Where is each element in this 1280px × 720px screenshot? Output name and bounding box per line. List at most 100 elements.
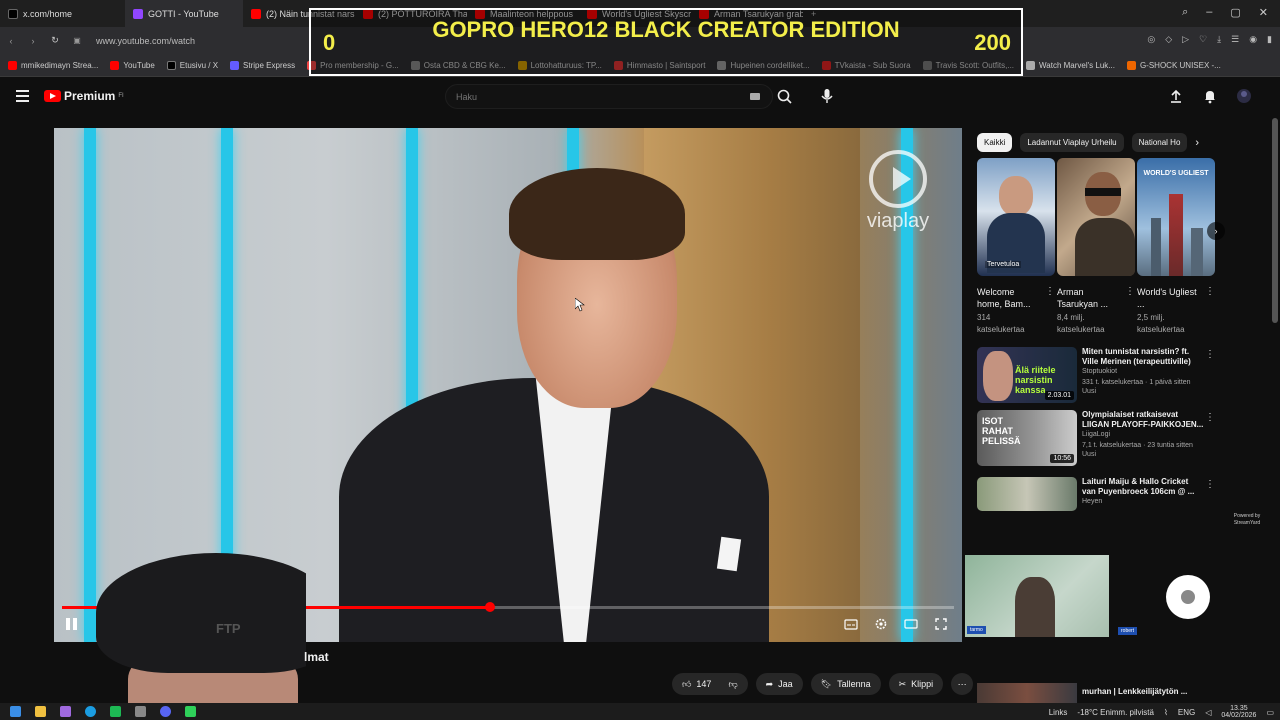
microphone-icon[interactable] xyxy=(818,87,836,105)
bookmark-item[interactable]: mmikedimayn Strea... xyxy=(8,60,98,70)
search-input[interactable] xyxy=(446,85,736,108)
tab-x-home[interactable]: x.com/home xyxy=(0,0,125,27)
clip-button[interactable]: ✂ Klippi xyxy=(888,673,944,695)
youtube-header: Premium FI xyxy=(0,77,1280,117)
back-icon[interactable]: ‹ xyxy=(0,36,22,46)
fullscreen-icon[interactable] xyxy=(934,617,948,631)
extension-icon[interactable]: ◎ xyxy=(1147,34,1155,45)
weather-widget[interactable]: -18°C Enimm. pilvistä xyxy=(1077,708,1154,717)
chip-national[interactable]: National Ho xyxy=(1131,133,1188,152)
meta-text: 7,1 t. katselukertaa · 23 tuntia sitten xyxy=(1082,442,1193,449)
chip-viaplay[interactable]: Ladannut Viaplay Urheilu xyxy=(1020,133,1124,152)
shorts-next-chevron-icon[interactable]: › xyxy=(1207,222,1225,240)
streamyard-badge: Powered by StreamYard xyxy=(1233,513,1261,526)
more-vertical-icon[interactable]: ⋮ xyxy=(1125,286,1135,297)
upload-icon[interactable] xyxy=(1168,88,1184,104)
channel-name: LiigaLogi xyxy=(1082,431,1111,438)
clock[interactable]: 13.35 04/02/2026 xyxy=(1221,705,1256,719)
subtitles-icon[interactable] xyxy=(844,617,858,631)
settings-gear-icon[interactable] xyxy=(874,617,888,631)
close-icon[interactable]: ✕ xyxy=(1259,6,1268,19)
url-field[interactable]: www.youtube.com/watch xyxy=(96,36,195,46)
minimize-icon[interactable]: – xyxy=(1206,6,1212,19)
guest-avatar[interactable] xyxy=(1166,575,1210,619)
more-vertical-icon[interactable]: ⋮ xyxy=(1205,479,1215,490)
streamer-webcam: FTP xyxy=(30,553,306,720)
short-item[interactable]: Arman Tsarukyan ... 8,4 milj. katselukert… xyxy=(1057,158,1135,336)
network-icon[interactable]: ⌇ xyxy=(1164,708,1168,717)
account-avatar[interactable] xyxy=(1236,88,1252,104)
app-icon[interactable] xyxy=(185,706,196,717)
short-views-suffix: katselukertaa xyxy=(1137,325,1185,334)
filter-chips: Kaikki Ladannut Viaplay Urheilu National… xyxy=(977,133,1207,152)
like-button[interactable]: 👍︎ 147 👎︎ xyxy=(672,673,748,695)
tab-title: GOTTI - YouTube xyxy=(148,8,219,19)
recommendation-thumbnail xyxy=(977,477,1077,511)
page-scrollbar[interactable] xyxy=(1272,118,1278,323)
hamburger-menu-icon[interactable] xyxy=(16,90,29,102)
app-icon[interactable] xyxy=(135,706,146,717)
new-badge: Uusi xyxy=(1082,388,1097,395)
video-duration: 10:56 xyxy=(1050,454,1074,463)
more-vertical-icon[interactable]: ⋮ xyxy=(1045,286,1055,297)
app-icon[interactable] xyxy=(60,706,71,717)
language-indicator[interactable]: ENG xyxy=(1178,708,1195,717)
short-item[interactable]: WORLD'S UGLIEST World's Ugliest ... 2,5 … xyxy=(1137,158,1215,336)
more-actions-button[interactable]: ⋯ xyxy=(951,673,974,695)
thumbs-down-icon[interactable]: 👎︎ xyxy=(728,679,737,690)
forward-icon[interactable]: › xyxy=(22,36,44,46)
download-icon[interactable]: ⤓ xyxy=(1217,34,1221,45)
keyboard-icon[interactable] xyxy=(750,93,760,100)
play-icon[interactable]: ▷ xyxy=(1182,34,1189,45)
edge-icon[interactable] xyxy=(85,706,96,717)
search-tabs-icon[interactable]: ⌕ xyxy=(1182,6,1188,19)
bookmark-item[interactable]: Etusivu / X xyxy=(166,60,218,70)
chip-all[interactable]: Kaikki xyxy=(977,133,1013,152)
recommendation-item[interactable]: Laituri Maiju & Hallo Cricket van Puyenb… xyxy=(977,477,1217,511)
extension-icon[interactable]: ◇ xyxy=(1165,34,1172,45)
youtube-play-icon xyxy=(44,90,61,102)
more-vertical-icon[interactable]: ⋮ xyxy=(1205,412,1215,423)
discord-icon[interactable] xyxy=(160,706,171,717)
short-views-count: 8,4 milj. xyxy=(1057,313,1085,322)
bookmark-item[interactable]: Watch Marvel's Luk... xyxy=(1026,60,1115,70)
goal-title: GOPRO HERO12 BLACK CREATOR EDITION xyxy=(432,17,900,42)
chevron-right-icon[interactable]: › xyxy=(1195,137,1207,149)
search-icon[interactable] xyxy=(776,88,794,106)
volume-icon[interactable]: ◁ xyxy=(1205,708,1211,717)
bookmark-item[interactable]: Stripe Express xyxy=(230,60,295,70)
recommendation-meta: 7,1 t. katselukertaa · 23 tuntia sitten U… xyxy=(1082,441,1204,459)
recommendation-item[interactable]: ISOT RAHAT PELISSÄ 10:56 Olympialaiset r… xyxy=(977,410,1217,466)
goal-target-value: 200 xyxy=(974,30,1011,55)
share-button[interactable]: ➦ Jaa xyxy=(755,673,803,695)
extension-toolbar: ◎ ◇ ▷ ♡ ⤓ ☰ ◉ ▮ xyxy=(1147,34,1272,45)
notifications-bell-icon[interactable] xyxy=(1202,88,1218,104)
sidebar-icon[interactable]: ▮ xyxy=(1267,34,1272,45)
profile-icon[interactable]: ◉ xyxy=(1249,34,1257,45)
bookmark-item[interactable]: YouTube xyxy=(110,60,155,70)
menu-list-icon[interactable]: ☰ xyxy=(1231,34,1239,45)
heart-icon[interactable]: ♡ xyxy=(1199,34,1207,45)
theater-mode-icon[interactable] xyxy=(904,617,918,631)
notification-icon[interactable]: ▭ xyxy=(1266,708,1274,717)
youtube-premium-logo[interactable]: Premium FI xyxy=(44,89,124,103)
short-item[interactable]: Tervetuloa Welcome home, Bam... 314 katse… xyxy=(977,158,1055,336)
save-button[interactable]: 🔖︎ Tallenna xyxy=(810,673,881,695)
maximize-icon[interactable]: ▢ xyxy=(1230,6,1240,19)
system-tray: Links -18°C Enimm. pilvistä ⌇ ENG ◁ 13.3… xyxy=(1049,705,1274,719)
reload-icon[interactable]: ↻ xyxy=(44,35,66,46)
windows-start-icon[interactable] xyxy=(10,706,21,717)
scissors-icon: ✂ xyxy=(898,678,907,689)
recommendation-item[interactable]: Älä riitele narsistin kanssa 2.03.01 Mit… xyxy=(977,347,1217,403)
tab-gotti-youtube[interactable]: GOTTI - YouTube xyxy=(125,0,243,27)
more-vertical-icon[interactable]: ⋮ xyxy=(1205,349,1215,360)
guest-name-tag: robert xyxy=(1118,627,1138,635)
app-icon[interactable] xyxy=(110,706,121,717)
links-label[interactable]: Links xyxy=(1049,708,1068,717)
short-views-suffix: katselukertaa xyxy=(977,325,1025,334)
recommendation-item[interactable]: murhan | Lenkkeilijätytön ... xyxy=(977,683,1217,705)
save-label: Tallenna xyxy=(837,679,871,689)
more-vertical-icon[interactable]: ⋮ xyxy=(1205,286,1215,297)
folder-icon[interactable] xyxy=(35,706,46,717)
bookmark-item[interactable]: G-SHOCK UNISEX -... xyxy=(1126,60,1221,70)
